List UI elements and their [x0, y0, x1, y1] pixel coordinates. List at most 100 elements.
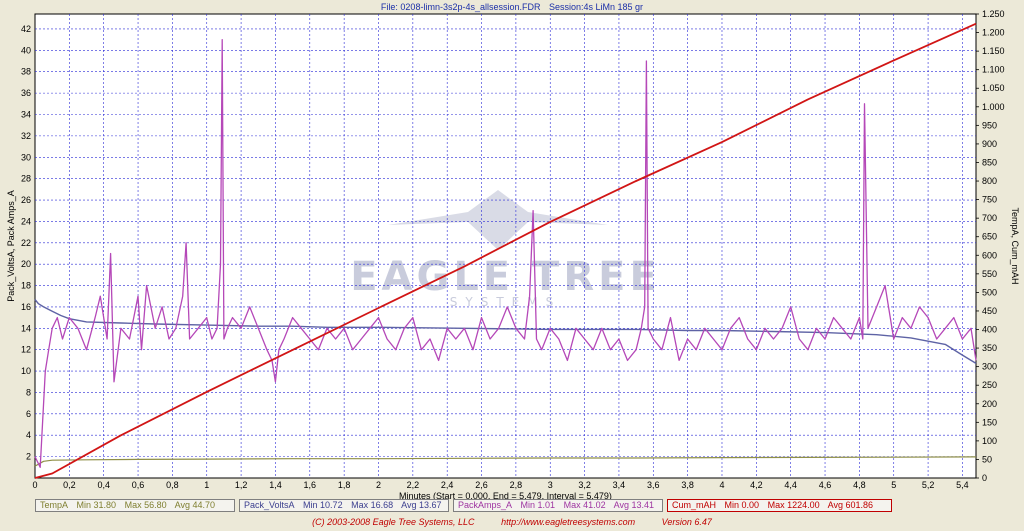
y2-tick-label: 750	[982, 195, 997, 205]
x-tick-label: 3,4	[613, 480, 626, 490]
y2-tick-label: 400	[982, 325, 997, 335]
y-tick-label: 30	[21, 152, 31, 162]
y2-tick-label: 1.050	[982, 83, 1005, 93]
y-tick-label: 24	[21, 216, 31, 226]
x-tick-label: 1,8	[338, 480, 351, 490]
legend-max: Max 1224.00	[767, 500, 820, 510]
y2-tick-label: 500	[982, 287, 997, 297]
legend-name: Cum_mAH	[672, 500, 717, 510]
x-tick-label: 4,4	[784, 480, 797, 490]
y2-tick-label: 450	[982, 306, 997, 316]
y2-tick-label: 950	[982, 120, 997, 130]
version-label: Version 6.47	[661, 517, 712, 527]
x-tick-label: 1	[204, 480, 209, 490]
x-tick-label: 3,6	[647, 480, 660, 490]
y2-tick-label: 1.150	[982, 46, 1005, 56]
y2-tick-label: 600	[982, 250, 997, 260]
legend-name: TempA	[40, 500, 69, 510]
y2-tick-label: 250	[982, 380, 997, 390]
x-tick-label: 1,2	[235, 480, 248, 490]
y2-tick-label: 900	[982, 139, 997, 149]
x-tick-label: 2	[376, 480, 381, 490]
legend-avg: Avg 601.86	[827, 500, 874, 510]
legend-avg: Avg 13.67	[401, 500, 442, 510]
legend-item-mah[interactable]: Cum_mAH Min 0.00 Max 1224.00 Avg 601.86	[667, 499, 892, 512]
y-tick-label: 18	[21, 281, 31, 291]
x-tick-label: 5,2	[922, 480, 935, 490]
y-tick-label: 36	[21, 88, 31, 98]
y-axis-label: Pack_VoltsA, Pack Amps_A	[6, 190, 16, 302]
y-tick-label: 10	[21, 366, 31, 376]
x-tick-label: 3,2	[578, 480, 591, 490]
copyright: (C) 2003-2008 Eagle Tree Systems, LLC	[312, 517, 475, 527]
legend-max: Max 16.68	[351, 500, 394, 510]
x-tick-label: 0,4	[97, 480, 110, 490]
legend-item-temp[interactable]: TempA Min 31.80 Max 56.80 Avg 44.70	[35, 499, 235, 512]
x-tick-label: 0	[32, 480, 37, 490]
x-tick-label: 3,8	[681, 480, 694, 490]
y2-tick-label: 850	[982, 157, 997, 167]
footer: (C) 2003-2008 Eagle Tree Systems, LLC ht…	[0, 517, 1024, 527]
x-tick-label: 0,8	[166, 480, 179, 490]
watermark-brand: EAGLE TREE	[350, 254, 661, 300]
y2-tick-label: 550	[982, 269, 997, 279]
legend-name: PackAmps_A	[458, 500, 513, 510]
y2-tick-label: 50	[982, 454, 992, 464]
legend-max: Max 56.80	[124, 500, 167, 510]
x-tick-label: 4,8	[853, 480, 866, 490]
x-tick-label: 1,6	[304, 480, 317, 490]
x-tick-label: 0,6	[132, 480, 145, 490]
legend-min: Min 31.80	[76, 500, 117, 510]
y2-tick-label: 350	[982, 343, 997, 353]
y-tick-label: 26	[21, 195, 31, 205]
y-tick-label: 14	[21, 323, 31, 333]
y2-tick-label: 1.100	[982, 65, 1005, 75]
y2-tick-label: 300	[982, 362, 997, 372]
legend-avg: Avg 13.41	[613, 500, 655, 510]
x-tick-label: 3	[548, 480, 553, 490]
website-link[interactable]: http://www.eagletreesystems.com	[501, 517, 635, 527]
y-tick-label: 12	[21, 345, 31, 355]
y-tick-label: 32	[21, 131, 31, 141]
y-tick-label: 34	[21, 109, 31, 119]
y2-tick-label: 150	[982, 417, 997, 427]
y-tick-label: 22	[21, 238, 31, 248]
y-tick-label: 20	[21, 259, 31, 269]
x-tick-label: 0,2	[63, 480, 76, 490]
y-tick-label: 2	[26, 452, 31, 462]
y2-tick-label: 650	[982, 232, 997, 242]
y2-tick-label: 200	[982, 399, 997, 409]
x-tick-label: 2,4	[441, 480, 454, 490]
x-tick-label: 2,8	[510, 480, 523, 490]
legend-item-volts[interactable]: Pack_VoltsA Min 10.72 Max 16.68 Avg 13.6…	[239, 499, 449, 512]
x-tick-label: 1,4	[269, 480, 282, 490]
y2-axis-label: TempA, Cum_mAH	[1010, 207, 1020, 284]
legend-min: Min 10.72	[303, 500, 343, 510]
x-tick-label: 5	[891, 480, 896, 490]
y-tick-label: 16	[21, 302, 31, 312]
y-tick-label: 28	[21, 174, 31, 184]
y-tick-label: 42	[21, 24, 31, 34]
y-tick-label: 38	[21, 67, 31, 77]
legend-name: Pack_VoltsA	[244, 500, 295, 510]
x-tick-label: 4,2	[750, 480, 763, 490]
legend-item-amps[interactable]: PackAmps_A Min 1.01 Max 41.02 Avg 13.41	[453, 499, 663, 512]
y-tick-label: 8	[26, 387, 31, 397]
x-tick-label: 4,6	[819, 480, 832, 490]
y2-tick-label: 1.250	[982, 9, 1005, 19]
y-tick-label: 40	[21, 45, 31, 55]
x-tick-label: 2,6	[475, 480, 488, 490]
legend-bar: TempA Min 31.80 Max 56.80 Avg 44.70 Pack…	[35, 499, 975, 512]
y2-tick-label: 800	[982, 176, 997, 186]
chart-svg: EAGLE TREESYSTEMS0 0,2 0,4 0,6 0,8 1 1,2 1,4 1,6…	[6, 9, 1020, 500]
legend-max: Max 41.02	[563, 500, 606, 510]
y2-tick-label: 700	[982, 213, 997, 223]
legend-min: Min 0.00	[724, 500, 760, 510]
y2-tick-label: 100	[982, 436, 997, 446]
y-tick-label: 6	[26, 409, 31, 419]
x-tick-label: 4	[719, 480, 724, 490]
x-tick-label: 2,2	[407, 480, 420, 490]
legend-avg: Avg 44.70	[174, 500, 215, 510]
legend-min: Min 1.01	[520, 500, 556, 510]
y2-tick-label: 1.000	[982, 102, 1005, 112]
